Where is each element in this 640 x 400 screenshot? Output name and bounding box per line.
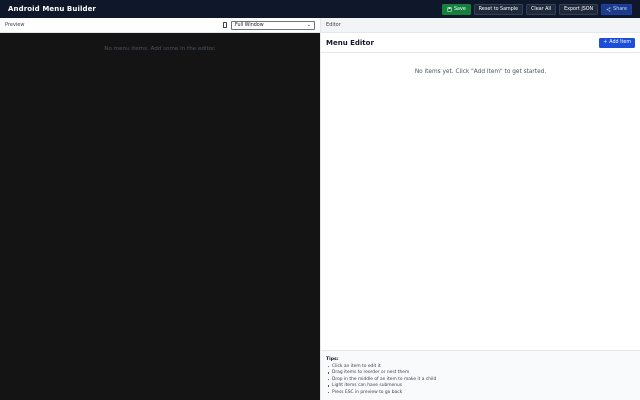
reset-to-sample-button[interactable]: Reset to Sample xyxy=(473,3,524,15)
reset-label: Reset to Sample xyxy=(478,6,519,12)
clear-all-button[interactable]: Clear All xyxy=(526,3,557,15)
clear-label: Clear All xyxy=(531,6,552,12)
editor-header-label: Editor xyxy=(326,22,341,28)
preview-pane: Preview Full Window ⌄ No menu items. Add… xyxy=(0,18,320,400)
app-title: Android Menu Builder xyxy=(8,5,96,13)
editor-pane: Editor Menu Editor + Add Item No items y… xyxy=(320,18,640,400)
share-icon xyxy=(606,6,611,12)
preview-header-label: Preview xyxy=(5,22,25,28)
preview-size-value: Full Window xyxy=(235,22,264,28)
plus-icon: + xyxy=(603,40,608,45)
share-label: Share xyxy=(613,6,627,12)
share-button[interactable]: Share xyxy=(601,3,632,15)
toolbar: Save Reset to Sample Clear All Export JS… xyxy=(442,3,632,15)
tips-panel: Tips: Click an item to edit it Drag item… xyxy=(321,350,640,400)
preview-size-select[interactable]: Full Window ⌄ xyxy=(231,20,315,30)
tips-title: Tips: xyxy=(326,357,339,362)
chevron-down-icon: ⌄ xyxy=(306,22,311,28)
export-json-button[interactable]: Export JSON xyxy=(559,3,599,15)
editor-header: Editor xyxy=(321,18,640,33)
add-item-button[interactable]: + Add Item xyxy=(599,37,635,48)
top-bar: Android Menu Builder Save Reset to Sampl… xyxy=(0,0,640,18)
add-item-label: Add Item xyxy=(609,40,631,45)
editor-title-bar: Menu Editor + Add Item xyxy=(321,33,640,53)
save-label: Save xyxy=(454,6,466,12)
editor-title: Menu Editor xyxy=(326,38,374,47)
save-button[interactable]: Save xyxy=(442,3,471,15)
export-label: Export JSON xyxy=(564,6,594,12)
tip-item: Press ESC in preview to go back xyxy=(326,390,636,397)
phone-icon xyxy=(223,22,227,28)
preview-empty-message: No menu items. Add some in the editor. xyxy=(104,46,216,52)
floppy-disk-icon xyxy=(447,6,452,12)
tips-list: Click an item to edit it Drag items to r… xyxy=(326,364,636,397)
editor-empty-message: No items yet. Click "Add Item" to get st… xyxy=(414,69,547,75)
preview-header: Preview Full Window ⌄ xyxy=(0,18,320,33)
